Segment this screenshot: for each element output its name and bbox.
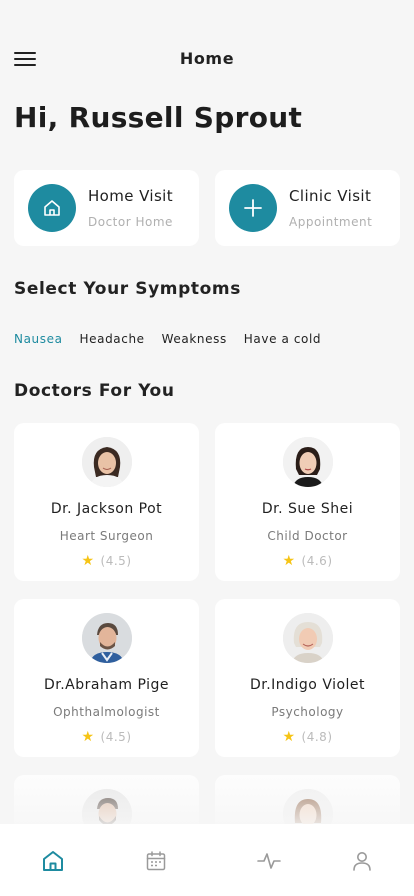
doctors-heading: Doctors For You <box>14 381 175 401</box>
home-screen: Home Hi, Russell Sprout Home Visit Docto… <box>0 0 414 896</box>
greeting: Hi, Russell Sprout <box>14 101 303 134</box>
home-visit-subtitle: Doctor Home <box>88 215 173 229</box>
doctor-rating: ★ (4.5) <box>14 729 199 745</box>
symptom-chip-weakness[interactable]: Weakness <box>162 332 227 346</box>
doctor-card[interactable]: Dr.Abraham Pige Ophthalmologist ★ (4.5) <box>14 599 199 757</box>
doctor-name: Dr. Jackson Pot <box>50 501 163 517</box>
rating-value: (4.5) <box>100 554 132 568</box>
doctor-card[interactable]: Dr. Sue Shei Child Doctor ★ (4.6) <box>215 423 400 581</box>
star-icon: ★ <box>282 553 296 569</box>
doctor-rating: ★ (4.5) <box>14 553 199 569</box>
doctor-avatar <box>81 613 132 663</box>
doctor-specialty: Child Doctor <box>267 529 348 543</box>
rating-value: (4.5) <box>100 730 132 744</box>
nav-home-icon[interactable] <box>40 848 66 874</box>
home-icon <box>28 184 76 232</box>
doctor-avatar <box>81 437 132 487</box>
home-visit-card[interactable]: Home Visit Doctor Home <box>14 170 199 246</box>
symptom-chip-have-a-cold[interactable]: Have a cold <box>244 332 321 346</box>
rating-value: (4.8) <box>301 730 333 744</box>
nav-activity-icon[interactable] <box>256 848 282 874</box>
star-icon: ★ <box>81 729 95 745</box>
symptom-list: Nausea Headache Weakness Have a cold <box>14 332 321 346</box>
page-title: Home <box>179 49 235 68</box>
doctor-rating: ★ (4.8) <box>215 729 400 745</box>
doctor-specialty: Ophthalmologist <box>53 705 160 719</box>
doctor-name: Dr.Indigo Violet <box>249 677 366 693</box>
doctor-card[interactable]: Dr.Indigo Violet Psychology ★ (4.8) <box>215 599 400 757</box>
symptom-chip-nausea[interactable]: Nausea <box>14 332 63 346</box>
symptoms-heading: Select Your Symptoms <box>14 279 241 299</box>
doctor-name: Dr. Sue Shei <box>261 501 354 517</box>
clinic-visit-card[interactable]: Clinic Visit Appointment <box>215 170 400 246</box>
doctor-name: Dr.Abraham Pige <box>43 677 170 693</box>
nav-calendar-icon[interactable] <box>143 848 169 874</box>
symptom-chip-headache[interactable]: Headache <box>80 332 145 346</box>
scroll-fade <box>0 760 414 826</box>
doctor-avatar <box>282 613 333 663</box>
nav-profile-icon[interactable] <box>349 848 375 874</box>
star-icon: ★ <box>81 553 95 569</box>
bottom-nav <box>0 824 414 896</box>
doctor-rating: ★ (4.6) <box>215 553 400 569</box>
plus-icon <box>229 184 277 232</box>
clinic-visit-subtitle: Appointment <box>289 215 373 229</box>
doctor-avatar <box>282 437 333 487</box>
star-icon: ★ <box>282 729 296 745</box>
home-visit-title: Home Visit <box>88 187 174 205</box>
doctor-specialty: Psychology <box>271 705 344 719</box>
clinic-visit-title: Clinic Visit <box>289 187 372 205</box>
rating-value: (4.6) <box>301 554 333 568</box>
doctor-specialty: Heart Surgeon <box>59 529 154 543</box>
doctor-card[interactable]: Dr. Jackson Pot Heart Surgeon ★ (4.5) <box>14 423 199 581</box>
